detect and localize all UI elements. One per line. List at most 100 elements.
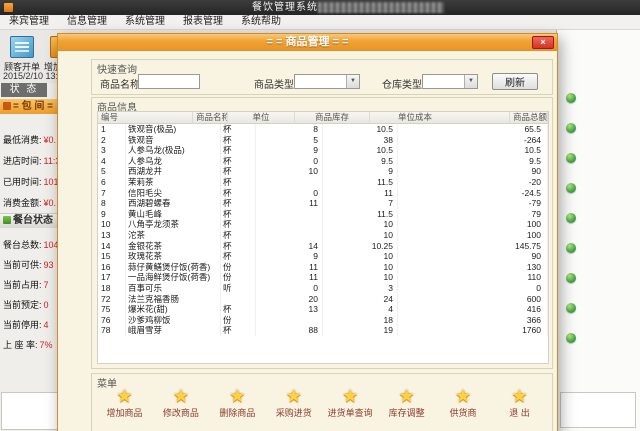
cell-unit-cost: 10 [323,272,398,283]
cell-unit-cost: 24 [323,294,398,305]
cell-total: -264 [398,135,548,146]
table-row[interactable]: 76 沙爹鸡柳饭 份 18 366 [98,315,548,326]
star-icon: ★ [98,386,151,406]
menu-action-button[interactable]: ★ 库存调整 [380,386,433,419]
cell-unit-cost: 11.5 [323,177,398,188]
table-row[interactable]: 13 沱茶 杯 10 100 [98,230,548,241]
cell-name: 沱茶 [126,230,221,241]
menu-action-button[interactable]: ★ 修改商品 [154,386,207,419]
list-item[interactable] [566,273,576,303]
refresh-button[interactable]: 刷新 [492,73,538,90]
column-header[interactable]: 编号 [98,112,193,124]
table-row[interactable]: 16 蒜仔黄鳝煲仔饭(荷香) 份 11 10 130 [98,262,548,273]
cell-name: 黄山毛峰 [126,209,221,220]
list-item[interactable] [566,333,576,363]
menu-item[interactable]: 系统管理 [116,15,174,29]
table-row[interactable]: 7 信阳毛尖 杯 0 11 -24.5 [98,188,548,199]
column-header[interactable]: 商品名称 [193,112,228,124]
datetime-text: 2015/2/10 13: [3,71,58,81]
table-row[interactable]: 78 峨眉雪芽 杯 88 19 1760 [98,325,548,336]
list-item[interactable] [566,153,576,183]
cell-total: 90 [398,251,548,262]
list-item[interactable] [566,123,576,153]
column-header[interactable]: 单位成本 [370,112,510,124]
column-header[interactable]: 商品总额 [510,112,548,124]
stat-label: 消费金额: [3,198,42,208]
dialog-titlebar[interactable]: = = 商品管理 = = × [58,34,557,51]
cell-name: 蒜仔黄鳝煲仔饭(荷香) [126,262,221,273]
status-dot-icon [566,303,576,313]
menu-action-button[interactable]: ★ 进货单查询 [324,386,377,419]
table-row[interactable]: 4 人参乌龙 杯 0 9.5 9.5 [98,156,548,167]
product-type-label: 商品类型: [254,76,297,91]
table-row[interactable]: 1 铁观音(极品) 杯 8 10.5 65.5 [98,124,548,135]
cell-unit-cost: 10 [323,262,398,273]
cell-total: 79 [398,209,548,220]
menu-action-button[interactable]: ★ 删除商品 [211,386,264,419]
quick-query-group: 快速查询 商品名称: 商品类型: ▼ 仓库类型: ▼ 刷新 [91,59,553,95]
stat-value: 4 [44,320,49,330]
table-row[interactable]: 2 铁观音 杯 5 38 -264 [98,135,548,146]
table-row[interactable]: 15 玫瑰花茶 杯 9 10 90 [98,251,548,262]
column-header[interactable]: 商品库存 [295,112,370,124]
cell-unit: 杯 [221,251,256,262]
table-row[interactable]: 3 人参乌龙(极品) 杯 9 10.5 10.5 [98,145,548,156]
menu-action-button[interactable]: ★ 供货商 [437,386,490,419]
list-item[interactable] [566,243,576,273]
cell-name: 玫瑰花茶 [126,251,221,262]
cell-name: 峨眉雪芽 [126,325,221,336]
cell-stock: 0 [256,156,323,167]
table-row[interactable]: 8 西湖碧螺春 杯 11 7 -79 [98,198,548,209]
table-row[interactable]: 10 八角亭龙须茶 杯 10 100 [98,219,548,230]
cell-stock [256,315,323,326]
list-item[interactable] [566,213,576,243]
menu-item[interactable]: 信息管理 [58,15,116,29]
menu-button-label: 进货单查询 [324,406,377,419]
window-titlebar[interactable]: 餐饮管理系统 [0,0,640,15]
menu-item[interactable]: 报表管理 [174,15,232,29]
list-item[interactable] [566,303,576,333]
table-row[interactable]: 9 黄山毛峰 杯 11.5 79 [98,209,548,220]
table-row[interactable]: 18 百事可乐 听 0 3 0 [98,283,548,294]
table-row[interactable]: 72 法兰克福香肠 20 24 600 [98,294,548,305]
stat-value: 7% [40,340,53,350]
star-icon: ★ [154,386,207,406]
product-type-select[interactable]: ▼ [294,74,360,89]
cell-name: 法兰克福香肠 [126,294,221,305]
product-name-input[interactable] [138,74,200,89]
cell-unit-cost: 19 [323,325,398,336]
warehouse-type-select[interactable]: ▼ [422,74,478,89]
menu-action-button[interactable]: ★ 采购进货 [267,386,320,419]
cell-stock [256,209,323,220]
cell-unit: 杯 [221,241,256,252]
menu-item[interactable]: 来宾管理 [0,15,58,29]
toolbar-open-bill-button[interactable]: 顾客开单 [2,36,42,73]
status-dot-icon [566,183,576,193]
cell-unit-cost: 10 [323,251,398,262]
menu-action-button[interactable]: ★ 增加商品 [98,386,151,419]
cell-unit [221,294,256,305]
cell-id: 5 [98,166,126,177]
table-row[interactable]: 75 爆米花(甜) 杯 13 4 416 [98,304,548,315]
menu-action-button[interactable]: ★ 退 出 [493,386,546,419]
cell-unit-cost: 11.5 [323,209,398,220]
column-header[interactable]: 单位 [228,112,295,124]
menu-item[interactable]: 系统帮助 [232,15,290,29]
menu-button-label: 删除商品 [211,406,264,419]
cell-unit: 杯 [221,166,256,177]
star-icon: ★ [437,386,490,406]
table-row[interactable]: 5 西湖龙井 杯 10 9 90 [98,166,548,177]
list-item[interactable] [566,183,576,213]
app-icon [4,3,13,12]
cell-stock [256,219,323,230]
tab-status[interactable]: 状 态 [1,83,47,97]
list-item[interactable] [566,93,576,123]
table-row[interactable]: 17 一品海鲜煲仔饭(荷香) 份 11 10 110 [98,272,548,283]
table-row[interactable]: 14 金银花茶 杯 14 10.25 145.75 [98,241,548,252]
close-button[interactable]: × [532,36,554,49]
cell-name: 一品海鲜煲仔饭(荷香) [126,272,221,283]
table-row[interactable]: 6 茉莉茶 杯 11.5 -20 [98,177,548,188]
product-name-label: 商品名称: [100,76,143,91]
menu-button-label: 库存调整 [380,406,433,419]
stat-label: 当前预定: [3,300,42,310]
